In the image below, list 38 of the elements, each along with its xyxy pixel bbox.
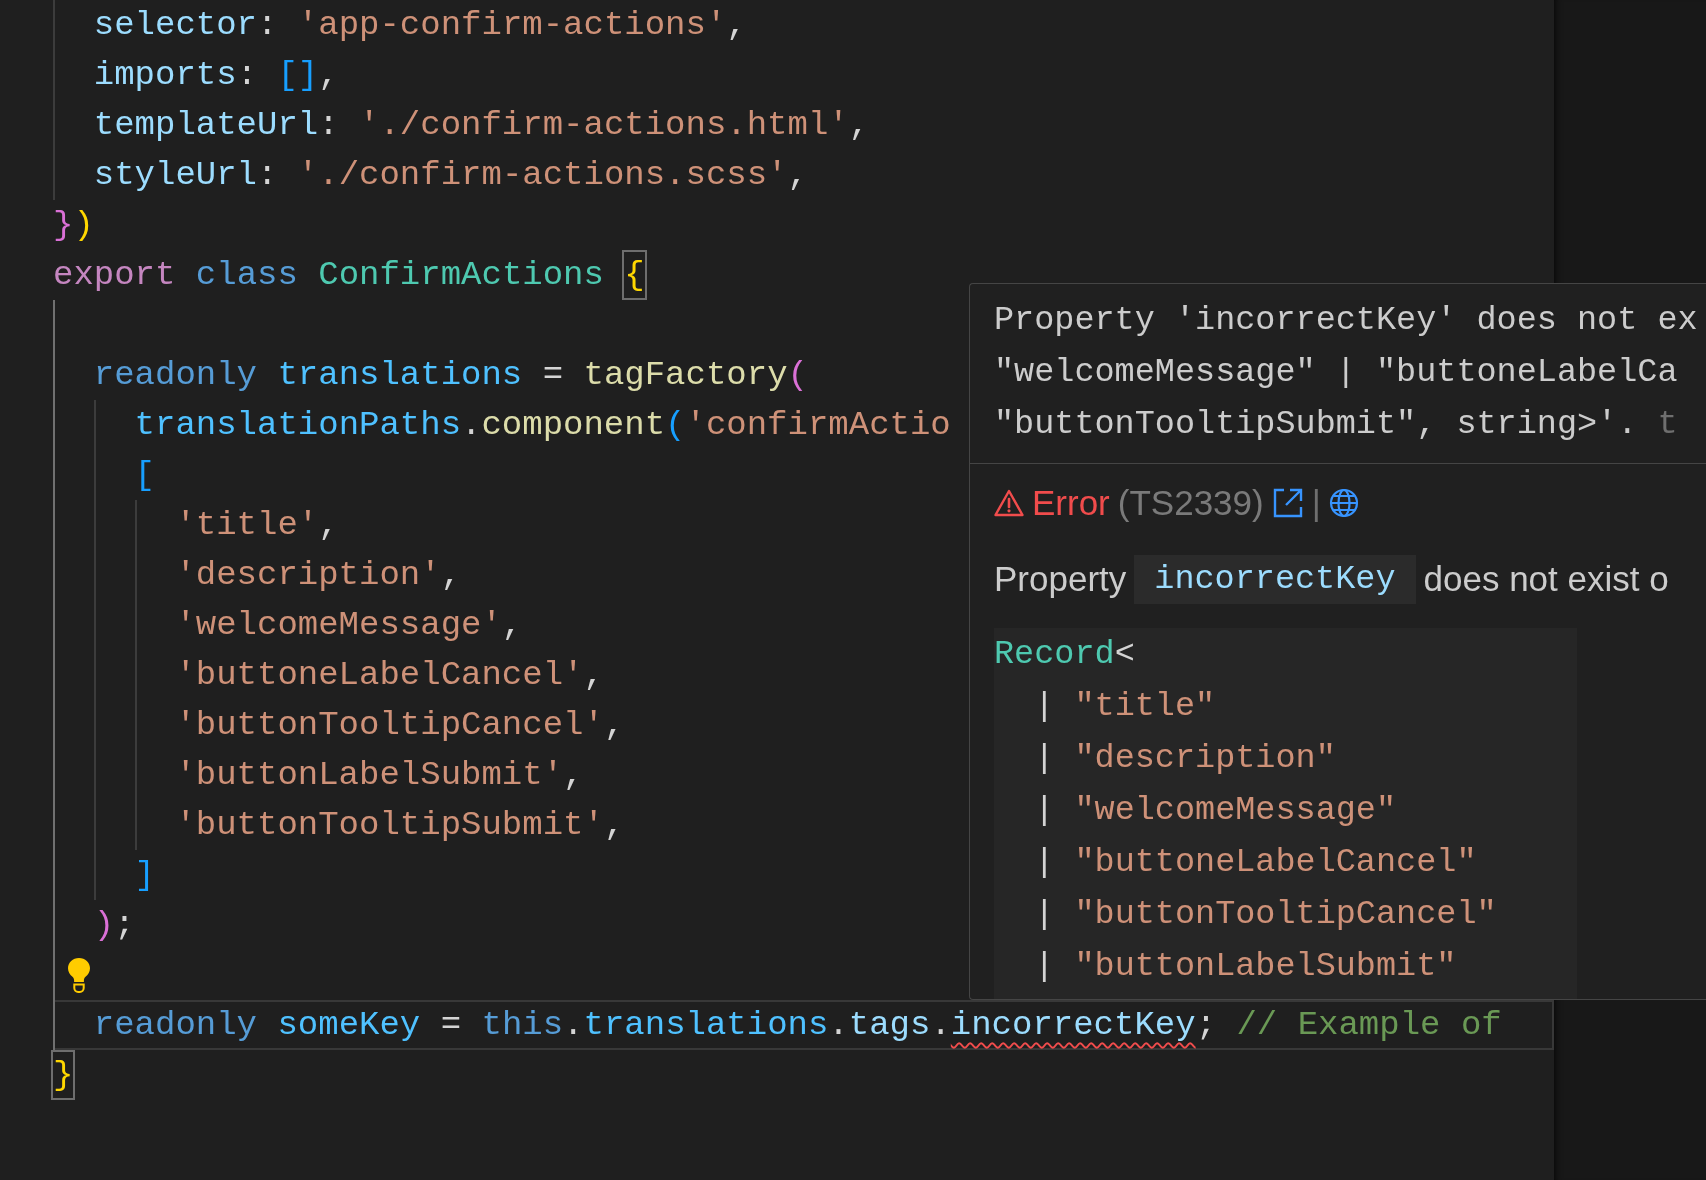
- code-line: 'buttonTooltipSubmit',: [175, 805, 625, 846]
- code-line: readonly translations = tagFactory(: [93, 355, 808, 396]
- code-line: | "buttoneLabelCancel": [1034, 842, 1477, 883]
- external-link-icon[interactable]: [1271, 487, 1304, 519]
- warning-icon: [994, 489, 1024, 517]
- code-line: 'buttonTooltipCancel',: [175, 705, 625, 746]
- code-line: );: [93, 905, 135, 946]
- severity-label: Error: [1032, 481, 1110, 524]
- separator: |: [1311, 481, 1321, 524]
- code-line: styleUrl: './confirm-actions.scss',: [93, 155, 808, 196]
- lightbulb-icon[interactable]: [66, 957, 92, 993]
- code-line: }): [53, 205, 94, 246]
- code-line: readonly someKey = this.translations.tags.incorrectKey; // Example of: [93, 1005, 1502, 1046]
- code-line: 'welcomeMessage',: [175, 605, 523, 646]
- code-line: 'description',: [175, 555, 462, 596]
- code-line: | "buttonLabelSubmit": [1034, 946, 1457, 987]
- code-line: | "welcomeMessage": [1034, 790, 1397, 831]
- code-line: }: [53, 1050, 74, 1100]
- code-line: imports: [],: [93, 55, 339, 96]
- code-line: | "buttonTooltipCancel": [1034, 894, 1497, 935]
- error-code: (TS2339): [1117, 481, 1264, 524]
- code-line: templateUrl: './confirm-actions.html',: [93, 105, 870, 146]
- error-message: Property 'incorrectKey' does not ex "welcomeMessage" | "buttoneLabelCa "buttonTooltipSubmit", string>'. t: [993, 300, 1699, 445]
- code-line: selector: 'app-confirm-actions',: [93, 5, 747, 46]
- code-line: 'title',: [175, 505, 339, 546]
- code-line: export class ConfirmActions {: [53, 250, 645, 300]
- code-line: 'buttonLabelSubmit',: [175, 755, 584, 796]
- code-line: | "description": [1034, 738, 1336, 779]
- code-line: 'buttoneLabelCancel',: [175, 655, 604, 696]
- description-text: Property: [994, 558, 1127, 601]
- code-line: Record<: [994, 634, 1135, 675]
- code-line: [: [134, 455, 155, 496]
- code-line: translationPaths.component('confirmActio: [134, 405, 951, 446]
- description-text: does not exist o: [1423, 558, 1669, 601]
- globe-icon[interactable]: [1328, 488, 1359, 518]
- code-line: | "title": [1034, 686, 1216, 727]
- inline-code: incorrectKey: [1134, 555, 1416, 604]
- code-line: ]: [134, 855, 155, 896]
